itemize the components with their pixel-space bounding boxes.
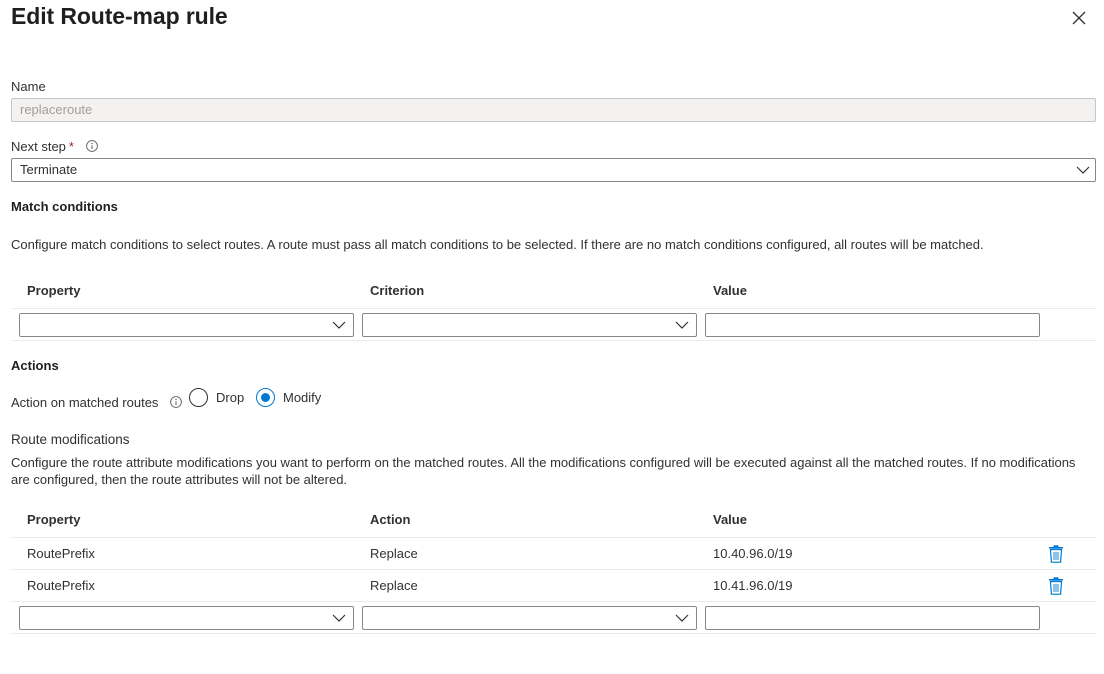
- trash-icon[interactable]: [1048, 545, 1064, 563]
- divider: [11, 537, 1096, 538]
- row-value: 10.41.96.0/19: [713, 578, 793, 593]
- divider: [11, 340, 1096, 341]
- row-property: RoutePrefix: [27, 578, 95, 593]
- required-marker: *: [68, 139, 74, 154]
- row-value: 10.40.96.0/19: [713, 546, 793, 561]
- match-conditions-description: Configure match conditions to select rou…: [11, 237, 984, 252]
- row-action: Replace: [370, 578, 418, 593]
- action-label-text: Action on matched routes: [11, 395, 159, 410]
- mod-action-dropdown[interactable]: [362, 606, 697, 630]
- match-col-value: Value: [713, 283, 747, 298]
- info-icon[interactable]: [85, 140, 98, 152]
- next-step-value: Terminate: [20, 162, 78, 177]
- divider: [11, 308, 1096, 309]
- mod-property-dropdown[interactable]: [19, 606, 354, 630]
- next-step-label-text: Next step: [11, 139, 66, 154]
- trash-icon[interactable]: [1048, 577, 1064, 595]
- mod-col-property: Property: [27, 512, 81, 527]
- next-step-label: Next step *: [11, 139, 98, 154]
- divider: [11, 633, 1096, 634]
- divider: [11, 569, 1096, 570]
- row-action: Replace: [370, 546, 418, 561]
- match-property-dropdown[interactable]: [19, 313, 354, 337]
- mod-value-input[interactable]: [705, 606, 1040, 630]
- mod-col-value: Value: [713, 512, 747, 527]
- route-modifications-description: Configure the route attribute modificati…: [11, 455, 1076, 487]
- chevron-down-icon: [332, 614, 346, 622]
- radio-drop-circle[interactable]: [189, 388, 208, 407]
- panel-title: Edit Route-map rule: [11, 3, 228, 29]
- name-label: Name: [11, 79, 46, 94]
- radio-drop[interactable]: Drop: [189, 388, 244, 407]
- chevron-down-icon: [675, 321, 689, 329]
- radio-modify-label: Modify: [283, 390, 322, 405]
- row-property: RoutePrefix: [27, 546, 95, 561]
- name-field: replaceroute: [11, 98, 1096, 122]
- match-col-criterion: Criterion: [370, 283, 425, 298]
- next-step-dropdown[interactable]: Terminate: [11, 158, 1096, 182]
- radio-modify-circle[interactable]: [256, 388, 275, 407]
- actions-title: Actions: [11, 358, 59, 373]
- match-conditions-title: Match conditions: [11, 199, 118, 214]
- radio-modify[interactable]: Modify: [256, 388, 321, 407]
- close-icon[interactable]: [1070, 9, 1088, 27]
- mod-col-action: Action: [370, 512, 411, 527]
- name-value: replaceroute: [20, 102, 93, 117]
- action-on-matched-routes-label: Action on matched routes: [11, 395, 182, 410]
- match-criterion-dropdown[interactable]: [362, 313, 697, 337]
- chevron-down-icon: [675, 614, 689, 622]
- match-col-property: Property: [27, 283, 81, 298]
- info-icon[interactable]: [170, 396, 182, 408]
- radio-drop-label: Drop: [216, 390, 245, 405]
- match-value-input[interactable]: [705, 313, 1040, 337]
- chevron-down-icon: [1076, 166, 1090, 174]
- divider: [11, 601, 1096, 602]
- chevron-down-icon: [332, 321, 346, 329]
- route-modifications-title: Route modifications: [11, 432, 130, 447]
